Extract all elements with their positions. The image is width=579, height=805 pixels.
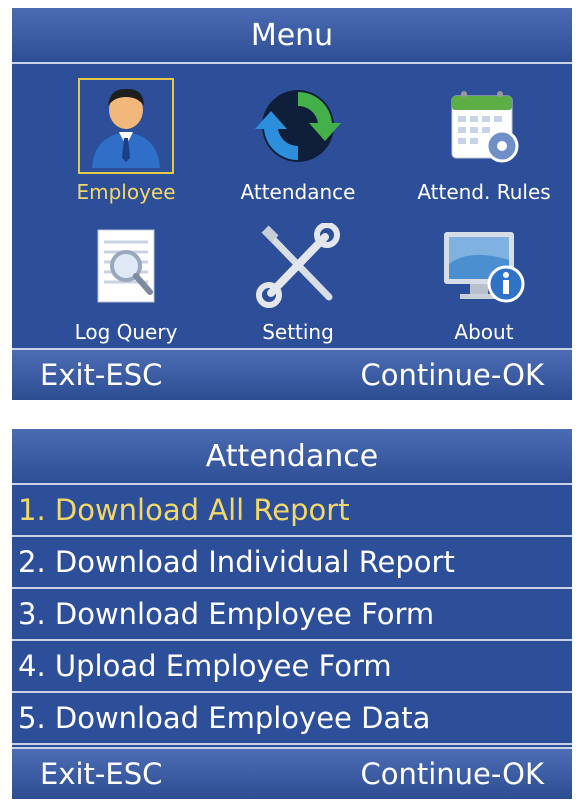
menu-item-attend-rules[interactable]: Attend. Rules: [396, 74, 572, 212]
list-item-download-employee-form[interactable]: 3. Download Employee Form: [12, 589, 572, 641]
exit-esc-button[interactable]: Exit-ESC: [40, 757, 162, 791]
attendance-title: Attendance: [12, 429, 572, 485]
wrench-screwdriver-icon: [250, 218, 346, 314]
attendance-sync-icon: [250, 78, 346, 174]
menu-footer: Exit-ESC Continue-OK: [12, 348, 572, 400]
menu-item-label: Setting: [262, 320, 334, 344]
employee-icon: [78, 78, 174, 174]
menu-title: Menu: [12, 8, 572, 64]
list-item-download-individual-report[interactable]: 2. Download Individual Report: [12, 537, 572, 589]
menu-item-label: Attendance: [240, 180, 356, 204]
menu-item-log-query[interactable]: Log Query: [40, 214, 212, 352]
menu-item-about[interactable]: About: [396, 214, 572, 352]
attendance-list: 1. Download All Report 2. Download Indiv…: [12, 485, 572, 745]
list-item-download-employee-data[interactable]: 5. Download Employee Data: [12, 693, 572, 745]
menu-item-label: Employee: [76, 180, 176, 204]
list-item-upload-employee-form[interactable]: 4. Upload Employee Form: [12, 641, 572, 693]
menu-item-setting[interactable]: Setting: [212, 214, 384, 352]
log-query-icon: [78, 218, 174, 314]
menu-item-label: Attend. Rules: [417, 180, 551, 204]
monitor-info-icon: [436, 218, 532, 314]
menu-grid: Employee Attendance Attend. Rules Log Qu…: [12, 66, 572, 344]
menu-item-label: Log Query: [74, 320, 178, 344]
continue-ok-button[interactable]: Continue-OK: [360, 757, 544, 791]
menu-item-employee[interactable]: Employee: [40, 74, 212, 212]
menu-item-attendance[interactable]: Attendance: [212, 74, 384, 212]
list-item-download-all-report[interactable]: 1. Download All Report: [12, 485, 572, 537]
attendance-screen: Attendance 1. Download All Report 2. Dow…: [12, 429, 572, 799]
attendance-footer: Exit-ESC Continue-OK: [12, 747, 572, 799]
menu-screen: Menu Employee Attendance Attend. Rules L…: [12, 8, 572, 400]
exit-esc-button[interactable]: Exit-ESC: [40, 358, 162, 392]
continue-ok-button[interactable]: Continue-OK: [360, 358, 544, 392]
menu-item-label: About: [454, 320, 514, 344]
calendar-rules-icon: [436, 78, 532, 174]
